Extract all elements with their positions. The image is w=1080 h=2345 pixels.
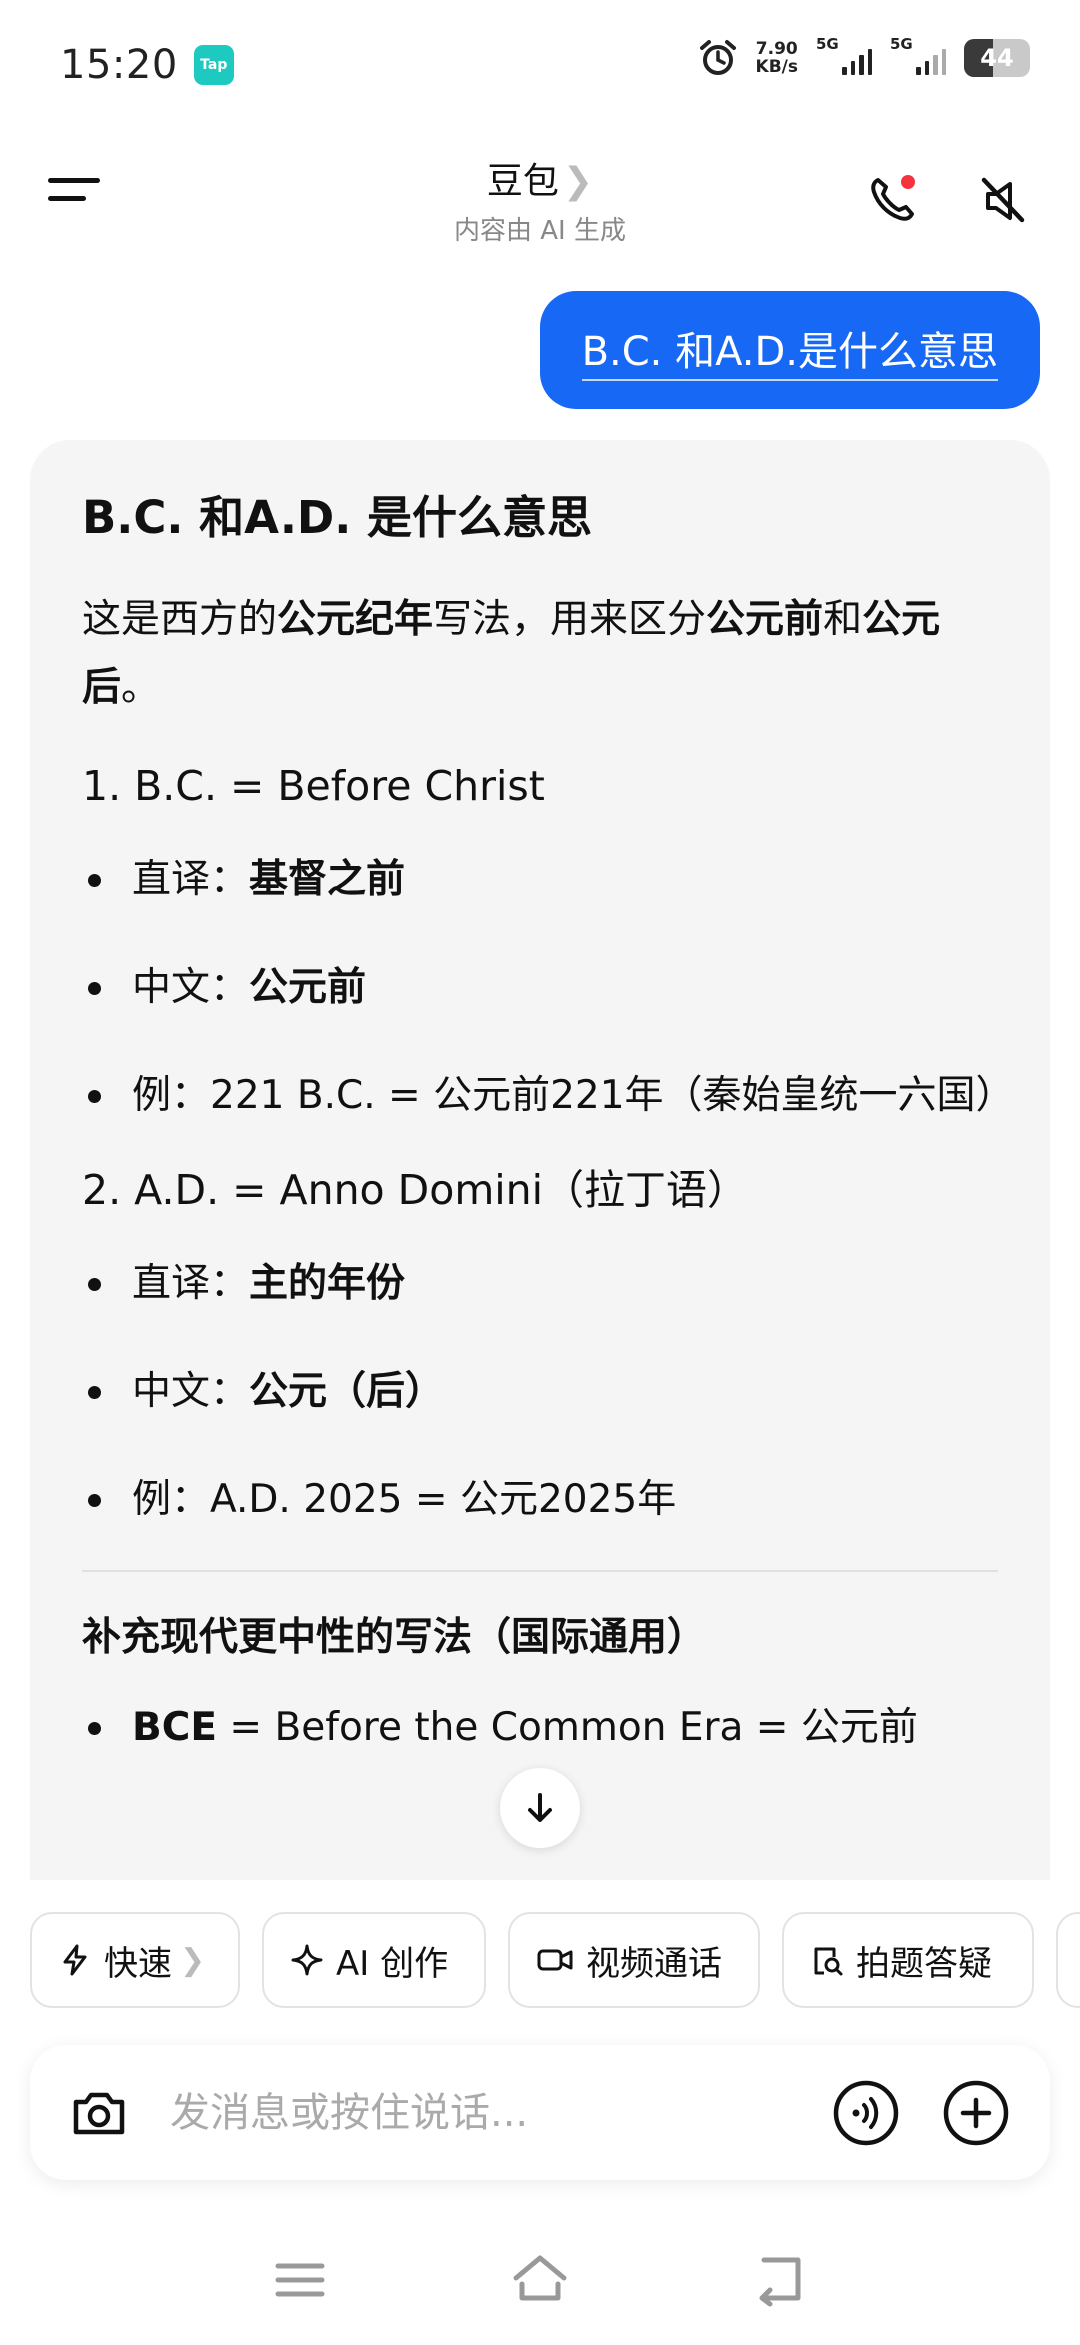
- sim2-label: 5G: [890, 35, 913, 53]
- status-bar: 15:20 Tap 7.90 KB/s 5G 5G 44: [0, 0, 1080, 130]
- system-navigation-bar: [0, 2230, 1080, 2345]
- quick-action-photo-question[interactable]: 拍题答疑: [782, 1912, 1034, 2008]
- list-item: BCE = Before the Common Era = 公元前: [82, 1698, 998, 1758]
- user-message-bubble[interactable]: B.C. 和A.D.是什么意思: [539, 291, 1040, 409]
- net-speed-value: 7.90: [755, 39, 798, 59]
- intro-text: 和: [823, 597, 863, 642]
- voice-wave-icon: [833, 2080, 899, 2146]
- chat-header: 豆包 ❯ 内容由 AI 生成: [0, 130, 1080, 270]
- back-icon: [759, 2257, 801, 2307]
- intro-text: 写法，用来区分: [433, 597, 707, 642]
- more-options-button[interactable]: [942, 2079, 1010, 2147]
- camera-icon: [73, 2092, 125, 2135]
- voice-input-button[interactable]: [832, 2079, 900, 2147]
- chevron-right-icon: ❯: [562, 161, 594, 202]
- intro-text: 这是西方的: [82, 597, 278, 642]
- home-icon: [513, 2255, 567, 2301]
- answer-title: B.C. 和A.D. 是什么意思: [82, 491, 593, 544]
- speaker-muted-icon: [981, 177, 1025, 223]
- net-speed-unit: KB/s: [755, 57, 798, 77]
- quick-action-label: AI 创作: [336, 1943, 449, 1984]
- intro-bold: 公元前: [706, 597, 824, 642]
- bullet-text: = Before the Common Era = 公元前: [217, 1705, 918, 1750]
- ai-answer-card: B.C. 和A.D. 是什么意思 这是西方的公元纪年写法，用来区分公元前和公元后…: [30, 440, 1050, 1880]
- status-icons: 7.90 KB/s 5G 5G 44: [698, 35, 1030, 78]
- section-heading-bc: 1. B.C. = Before Christ: [82, 762, 545, 810]
- scroll-to-bottom-button[interactable]: [500, 1768, 580, 1848]
- list-item: 例：A.D. 2025 = 公元2025年: [82, 1470, 998, 1530]
- sparkle-icon: [291, 1944, 323, 1976]
- bullet-text: 例：A.D. 2025 = 公元2025年: [132, 1477, 677, 1522]
- battery-level: 44: [980, 44, 1014, 72]
- list-item: 例：221 B.C. = 公元前221年（秦始皇统一六国）: [82, 1066, 1015, 1126]
- supplement-heading: 补充现代更中性的写法（国际通用）: [82, 1615, 707, 1660]
- quick-action-more[interactable]: [1056, 1912, 1080, 2008]
- notification-dot: [901, 175, 915, 189]
- quick-action-label: 视频通话: [586, 1943, 722, 1984]
- quick-action-label: 快速: [104, 1943, 172, 1984]
- quick-action-video-call[interactable]: 视频通话: [508, 1912, 760, 2008]
- status-time: 15:20: [60, 42, 178, 88]
- chevron-right-icon: ❯: [180, 1942, 206, 1978]
- section-heading-ad: 2. A.D. = Anno Domini（拉丁语）: [82, 1166, 749, 1214]
- bullet-text: 例：221 B.C. = 公元前221年（秦始皇统一六国）: [132, 1073, 1015, 1118]
- list-item: 直译：基督之前: [82, 850, 998, 910]
- battery-icon: 44: [964, 39, 1030, 77]
- document-search-icon: [814, 1947, 843, 1976]
- plus-circle-icon: [943, 2080, 1009, 2146]
- message-input[interactable]: [170, 2075, 810, 2151]
- signal-sim1-icon: 5G: [816, 35, 872, 75]
- nav-home-button[interactable]: [510, 2250, 570, 2310]
- bullet-label: 直译：: [132, 857, 250, 902]
- list-item: 直译：主的年份: [82, 1254, 998, 1314]
- network-speed: 7.90 KB/s: [756, 40, 798, 76]
- quick-actions-row: 快速 ❯ AI 创作 视频通话 拍题答疑: [0, 1880, 1080, 2020]
- bullet-value: 主的年份: [249, 1261, 406, 1306]
- bullet-value: 公元前: [249, 965, 367, 1010]
- tap-app-icon: Tap: [193, 45, 234, 85]
- alarm-clock-icon: [699, 40, 736, 75]
- user-message-text: B.C. 和A.D.是什么意思: [581, 319, 998, 381]
- camera-button[interactable]: [66, 2080, 132, 2146]
- mute-speaker-button[interactable]: [972, 170, 1032, 230]
- menu-icon: [275, 2263, 325, 2297]
- video-camera-icon: [537, 1949, 573, 1971]
- nav-back-button[interactable]: [750, 2250, 810, 2310]
- arrow-down-icon: [528, 1793, 552, 1822]
- answer-intro: 这是西方的公元纪年写法，用来区分公元前和公元后。: [82, 586, 998, 722]
- divider: [82, 1570, 998, 1572]
- intro-bold: 公元纪年: [277, 597, 434, 642]
- quick-action-fast[interactable]: 快速 ❯: [30, 1912, 240, 2008]
- list-item: 中文：公元（后）: [82, 1362, 998, 1422]
- bullet-value: 公元（后）: [249, 1369, 445, 1414]
- voice-call-button[interactable]: [862, 170, 922, 230]
- message-input-bar: [30, 2045, 1050, 2180]
- list-item: 中文：公元前: [82, 958, 998, 1018]
- bullet-label: 中文：: [132, 1369, 250, 1414]
- quick-action-label: 拍题答疑: [856, 1943, 992, 1984]
- bullet-label: 直译：: [132, 1261, 250, 1306]
- bullet-label: 中文：: [132, 965, 250, 1010]
- bullet-value: 基督之前: [249, 857, 406, 902]
- bot-name: 豆包: [486, 161, 559, 202]
- intro-text: 。: [121, 665, 161, 710]
- nav-menu-button[interactable]: [270, 2250, 330, 2310]
- phone-icon: [871, 175, 915, 221]
- lightning-icon: [63, 1944, 87, 1976]
- quick-action-ai-create[interactable]: AI 创作: [262, 1912, 486, 2008]
- sim1-label: 5G: [816, 35, 839, 53]
- bullet-bold: BCE: [132, 1705, 217, 1750]
- signal-sim2-icon: 5G: [890, 35, 946, 75]
